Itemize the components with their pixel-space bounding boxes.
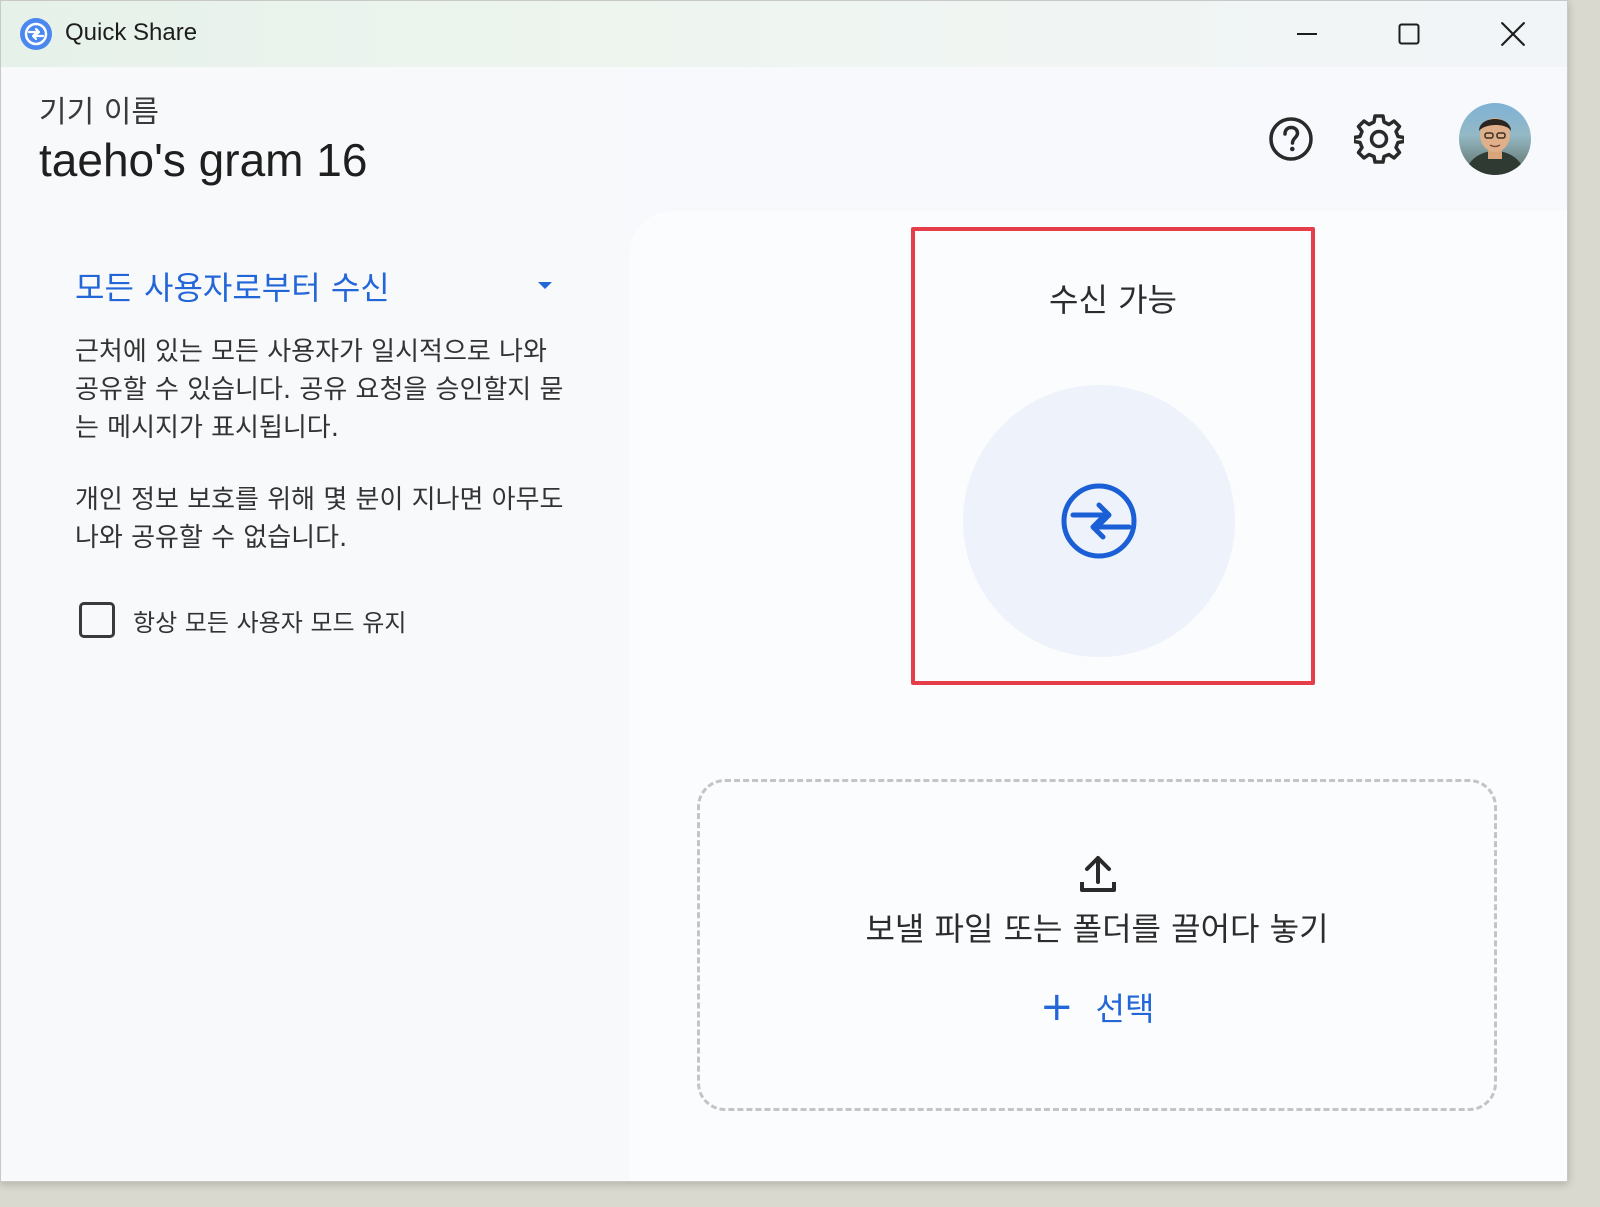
file-drop-zone[interactable]: 보낼 파일 또는 폴더를 끌어다 놓기 + 선택 [697, 779, 1497, 1111]
close-icon [1501, 22, 1525, 46]
receive-mode-description: 근처에 있는 모든 사용자가 일시적으로 나와 공유할 수 있습니다. 공유 요… [75, 337, 564, 443]
plus-icon: + [1040, 984, 1074, 1030]
quick-share-app-icon [20, 18, 52, 50]
caret-down-icon [538, 282, 552, 289]
help-button[interactable] [1263, 111, 1319, 167]
quick-share-sync-icon [1061, 483, 1137, 559]
gear-icon [1354, 114, 1404, 164]
receive-indicator [963, 385, 1235, 657]
receive-mode-label: 모든 사용자로부터 수신 [75, 269, 390, 307]
receive-mode-dropdown[interactable]: 모든 사용자로부터 수신 [75, 263, 555, 307]
drop-instructions: 보낼 파일 또는 폴더를 끌어다 놓기 [865, 910, 1329, 948]
title-bar[interactable]: Quick Share [1, 1, 1567, 67]
select-files-label: 선택 [1095, 990, 1155, 1028]
settings-button[interactable] [1351, 111, 1407, 167]
always-everyone-mode-label: 항상 모든 사용자 모드 유지 [133, 608, 407, 637]
privacy-description: 개인 정보 보호를 위해 몇 분이 지나면 아무도 나와 공유할 수 없습니다. [75, 485, 564, 553]
upload-icon [1080, 856, 1116, 892]
quick-share-window: Quick Share 기기 이름 taeho's gram 16 모든 사용자… [0, 0, 1568, 1182]
device-name-label: 기기 이름 [39, 95, 159, 130]
window-title: Quick Share [65, 19, 198, 46]
maximize-icon [1398, 23, 1420, 45]
close-button[interactable] [1483, 11, 1543, 57]
avatar-illustration [1465, 118, 1525, 175]
minimize-icon [1297, 33, 1317, 35]
receive-status-card: 수신 가능 [911, 227, 1315, 685]
always-everyone-mode-checkbox[interactable] [79, 602, 115, 638]
user-avatar[interactable] [1459, 103, 1531, 175]
help-circle-icon [1269, 117, 1313, 161]
select-files-button[interactable]: + 선택 [1030, 982, 1164, 1032]
receive-status-label: 수신 가능 [1049, 281, 1177, 319]
always-everyone-mode-option[interactable]: 항상 모든 사용자 모드 유지 [79, 599, 406, 641]
minimize-button[interactable] [1277, 11, 1337, 57]
device-name: taeho's gram 16 [39, 134, 368, 186]
maximize-button[interactable] [1379, 11, 1439, 57]
